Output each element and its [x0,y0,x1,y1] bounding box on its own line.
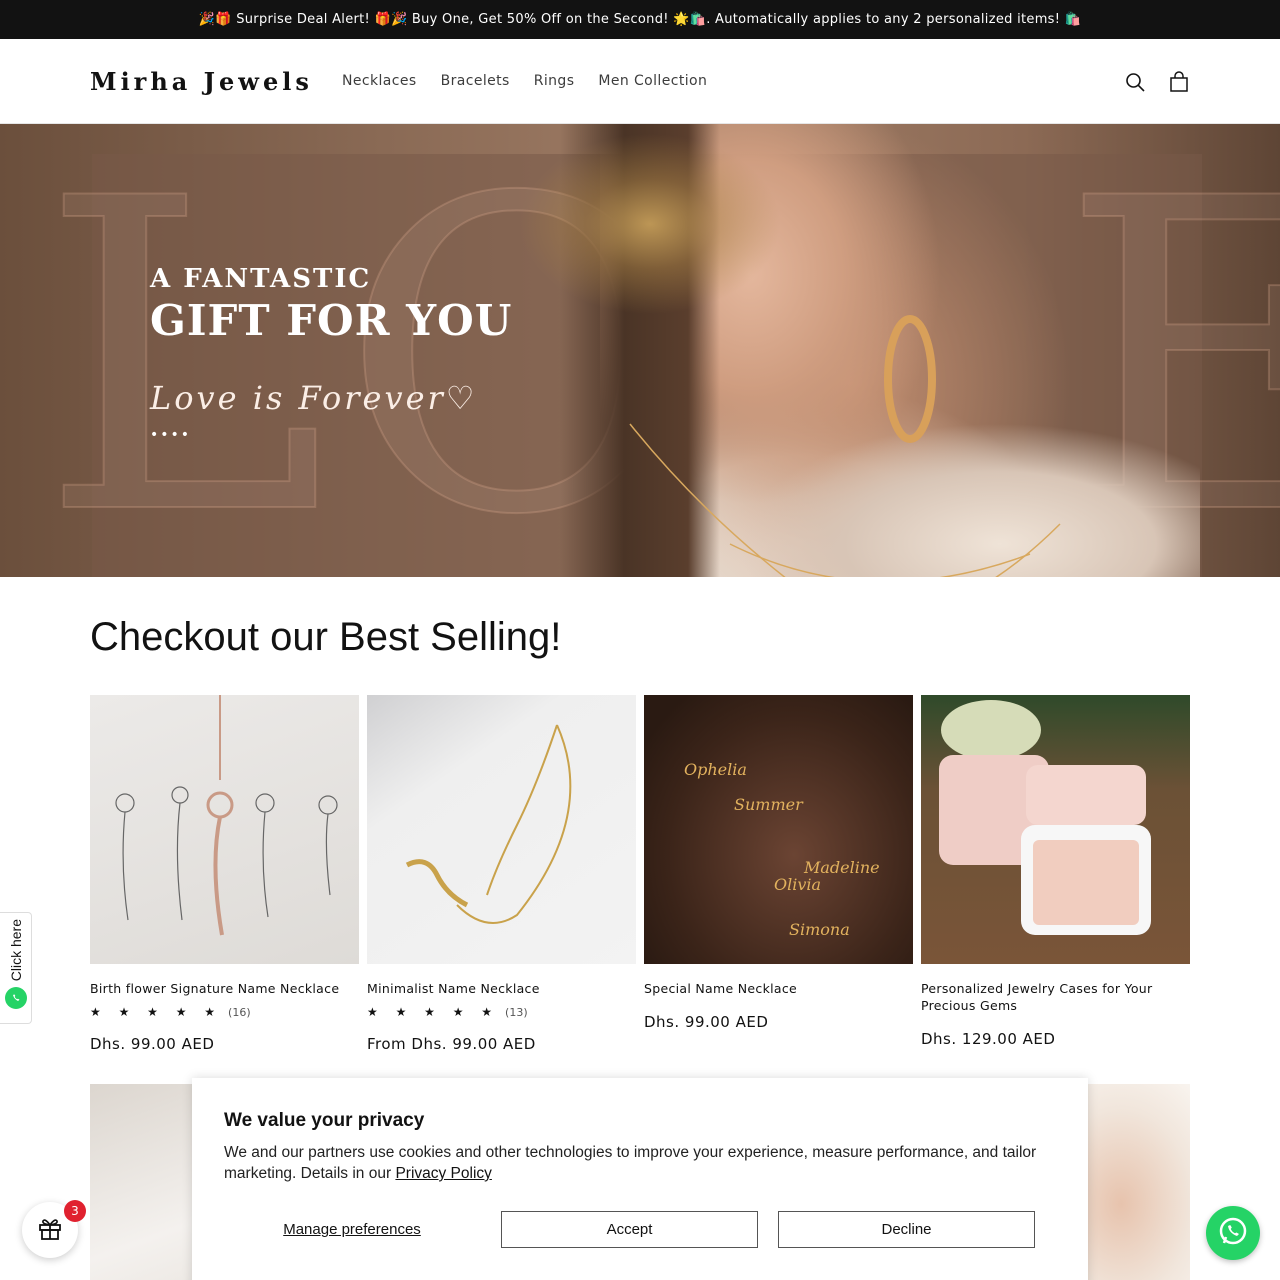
rating-count: (16) [228,1005,251,1019]
product-name[interactable]: Minimalist Name Necklace [367,980,636,997]
nav-bracelets[interactable]: Bracelets [429,73,522,89]
hero-line-3: Love is Forever♡ [150,379,478,417]
hero-banner[interactable]: L O E A FANTASTIC GIFT FOR YOU Love is F… [0,124,1280,577]
cookie-consent-dialog: We value your privacy We and our partner… [192,1078,1088,1280]
notification-badge: 3 [64,1200,86,1222]
announcement-text: 🎉🎁 Surprise Deal Alert! 🎁🎉 Buy One, Get … [198,12,1082,27]
nav-necklaces[interactable]: Necklaces [330,73,429,89]
svg-text:Simona: Simona [789,920,850,939]
rating-stars: ★ ★ ★ ★ ★ [367,1005,500,1019]
gift-icon [37,1215,63,1245]
whatsapp-side-tab[interactable]: Click here [0,912,32,1024]
search-icon[interactable] [1124,71,1146,93]
product-card[interactable]: Personalized Jewelry Cases for Your Prec… [921,695,1190,1053]
hero-line-1: A FANTASTIC [150,264,372,294]
whatsapp-icon [4,987,27,1010]
main-nav: Necklaces Bracelets Rings Men Collection [330,73,719,89]
svg-text:Summer: Summer [734,795,804,814]
product-image[interactable] [90,695,359,964]
privacy-body: We and our partners use cookies and othe… [224,1144,1037,1182]
site-header: Mirha Jewels Necklaces Bracelets Rings M… [0,39,1280,124]
nav-men-collection[interactable]: Men Collection [586,73,719,89]
whatsapp-chat-button[interactable] [1206,1206,1260,1260]
product-price: Dhs. 99.00 AED [644,1013,769,1031]
product-name[interactable]: Birth flower Signature Name Necklace [90,980,359,997]
product-image[interactable] [921,695,1190,964]
product-rating: ★ ★ ★ ★ ★ (16) [90,1005,359,1019]
side-tab-label: Click here [7,919,24,982]
privacy-text: We and our partners use cookies and othe… [224,1142,1056,1184]
announcement-bar: 🎉🎁 Surprise Deal Alert! 🎁🎉 Buy One, Get … [0,0,1280,39]
hero-text: A FANTASTIC GIFT FOR YOU Love is Forever… [150,264,512,443]
svg-text:Ophelia: Ophelia [684,760,747,779]
header-icons [1124,39,1190,124]
product-image[interactable] [367,695,636,964]
product-card[interactable]: Birth flower Signature Name Necklace ★ ★… [90,695,359,1053]
product-grid: Birth flower Signature Name Necklace ★ ★… [90,695,1190,1053]
privacy-policy-link[interactable]: Privacy Policy [395,1165,491,1182]
site-logo[interactable]: Mirha Jewels [90,67,330,96]
product-card[interactable]: Ophelia Summer Madeline Olivia Simona Sp… [644,695,913,1053]
privacy-actions: Manage preferences Accept Decline [224,1211,1036,1248]
privacy-title: We value your privacy [224,1110,425,1131]
manage-preferences-button[interactable]: Manage preferences [224,1211,480,1248]
product-image[interactable]: Ophelia Summer Madeline Olivia Simona [644,695,913,964]
product-name[interactable]: Special Name Necklace [644,980,913,997]
svg-text:Olivia: Olivia [774,875,821,894]
hero-line-2: GIFT FOR YOU [150,296,513,345]
product-price: Dhs. 129.00 AED [921,1030,1056,1048]
product-card[interactable]: Minimalist Name Necklace ★ ★ ★ ★ ★ (13) … [367,695,636,1053]
section-title: Checkout our Best Selling! [90,615,562,659]
product-name[interactable]: Personalized Jewelry Cases for Your Prec… [921,980,1190,1014]
decline-button[interactable]: Decline [778,1211,1035,1248]
accept-button[interactable]: Accept [501,1211,758,1248]
product-price: Dhs. 99.00 AED [90,1035,215,1053]
nav-rings[interactable]: Rings [522,73,587,89]
hero-dots: •••• [150,427,192,443]
product-rating: ★ ★ ★ ★ ★ (13) [367,1005,636,1019]
cart-icon[interactable] [1168,70,1190,93]
product-price: From Dhs. 99.00 AED [367,1035,536,1053]
whatsapp-icon [1216,1214,1250,1252]
hero-necklaces-image [629,315,1061,577]
rating-stars: ★ ★ ★ ★ ★ [90,1005,223,1019]
rating-count: (13) [505,1005,528,1019]
